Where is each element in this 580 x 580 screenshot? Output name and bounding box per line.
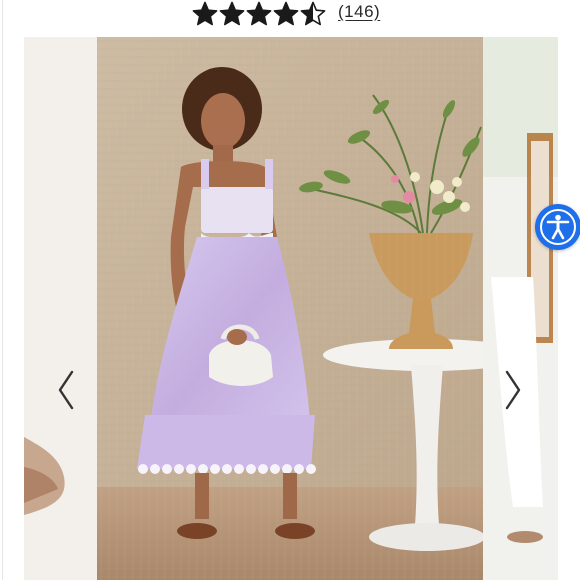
star-half-icon [300,1,326,26]
product-photo [97,37,483,580]
image-carousel [0,37,580,580]
next-slide-preview[interactable] [483,37,558,580]
accessibility-button[interactable] [535,204,580,250]
accessibility-person-icon [540,209,576,245]
star-full-icon [273,1,299,26]
chevron-right-icon [505,370,521,410]
star-rating [192,1,326,27]
previous-slide-preview[interactable] [24,37,97,580]
product-image-viewer: (146) [0,0,580,580]
star-full-icon [219,1,245,26]
star-full-icon [246,1,272,26]
next-image-button[interactable] [503,370,523,410]
star-full-icon [192,1,218,26]
rating-summary: (146) [0,0,580,30]
review-count-link[interactable]: (146) [338,2,380,22]
previous-image-button[interactable] [56,370,76,410]
chevron-left-icon [58,370,74,410]
